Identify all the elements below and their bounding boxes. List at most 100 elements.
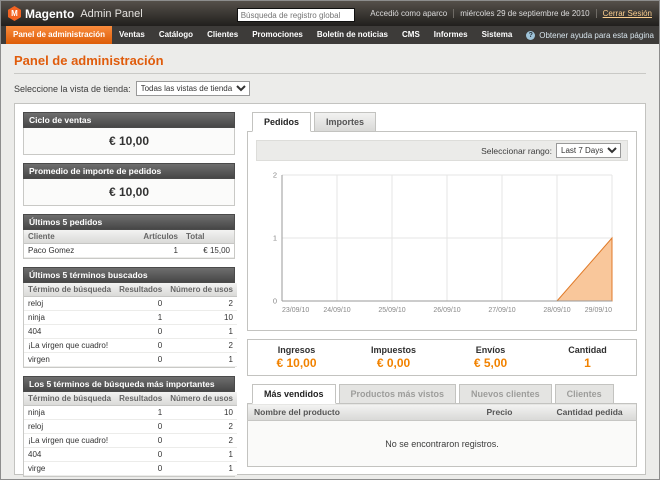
- average-orders-box: Promedio de importe de pedidos € 10,00: [23, 163, 235, 206]
- cell-articulos: 1: [139, 244, 182, 258]
- dashboard-panel: Ciclo de ventas € 10,00 Promedio de impo…: [14, 103, 646, 475]
- table-row[interactable]: ninja 1 10: [24, 311, 237, 325]
- grids-tabs: Más vendidos Productos más vistos Nuevos…: [247, 384, 637, 404]
- table-row[interactable]: 404 0 1: [24, 325, 237, 339]
- stat-cantidad: Cantidad 1: [539, 345, 636, 370]
- logout-link[interactable]: Cerrar Sesión: [603, 9, 652, 18]
- svg-text:25/09/10: 25/09/10: [378, 307, 405, 314]
- box-title: Ciclo de ventas: [23, 112, 235, 128]
- table-row[interactable]: ninja 1 10: [24, 406, 237, 420]
- column-header: Total: [182, 230, 234, 244]
- tab-clientes: Clientes: [555, 384, 614, 404]
- divider: [14, 73, 646, 74]
- table-row[interactable]: reloj 0 2: [24, 420, 237, 434]
- page-content: Panel de administración Seleccione la vi…: [1, 44, 659, 475]
- nav-item-sistema[interactable]: Sistema: [475, 26, 520, 44]
- table-row[interactable]: ¡La virgen que cuadro! 0 2: [24, 434, 237, 448]
- table-row[interactable]: virge 0 1: [24, 462, 237, 476]
- chart-area: 01223/09/1024/09/1025/09/1026/09/1027/09…: [256, 167, 628, 322]
- stat-ingresos: Ingresos € 10,00: [248, 345, 345, 370]
- column-header: Precio: [481, 404, 551, 421]
- top-search-terms-box: Los 5 términos de búsqueda más important…: [23, 376, 235, 477]
- cell-results: 0: [115, 448, 166, 462]
- cell-results: 0: [115, 353, 166, 367]
- cell-uses: 2: [166, 420, 237, 434]
- cell-results: 1: [115, 406, 166, 420]
- stat-value: € 0,00: [345, 356, 442, 370]
- last-search-terms-table: Término de búsqueda Resultados Número de…: [24, 283, 237, 367]
- cell-results: 0: [115, 325, 166, 339]
- column-header: Término de búsqueda: [24, 392, 115, 406]
- cell-uses: 2: [166, 339, 237, 353]
- box-title: Promedio de importe de pedidos: [23, 163, 235, 179]
- column-header: Nombre del producto: [248, 404, 481, 421]
- cell-term: ¡La virgen que cuadro!: [24, 434, 115, 448]
- column-header: Término de búsqueda: [24, 283, 115, 297]
- nav-item-cms[interactable]: CMS: [395, 26, 427, 44]
- nav-item-boletin[interactable]: Boletín de noticias: [310, 26, 395, 44]
- diagram-tabs: Pedidos Importes: [247, 112, 637, 132]
- header-user-area: Accedió como aparco miércoles 29 de sept…: [355, 9, 652, 18]
- cell-term: ninja: [24, 406, 115, 420]
- cell-term: ninja: [24, 311, 115, 325]
- svg-text:1: 1: [273, 234, 277, 243]
- cell-results: 0: [115, 339, 166, 353]
- cell-uses: 2: [166, 434, 237, 448]
- store-view-label: Seleccione la vista de tienda:: [14, 84, 131, 94]
- brand-name: Magento: [25, 7, 74, 21]
- logged-in-as: Accedió como aparco: [370, 9, 447, 18]
- cell-term: reloj: [24, 420, 115, 434]
- magento-admin-window: M Magento Admin Panel Accedió como aparc…: [0, 0, 660, 480]
- page-help-link[interactable]: ? Obtener ayuda para esta página: [526, 26, 654, 44]
- cell-results: 0: [115, 434, 166, 448]
- tab-nuevos-clientes: Nuevos clientes: [459, 384, 552, 404]
- table-row[interactable]: reloj 0 2: [24, 297, 237, 311]
- lifetime-sales-value: € 10,00: [24, 128, 234, 154]
- store-view-select[interactable]: Todas las vistas de tienda: [136, 81, 250, 96]
- box-title: Últimos 5 pedidos: [23, 214, 235, 230]
- header-bar: M Magento Admin Panel Accedió como aparc…: [1, 1, 659, 26]
- page-title: Panel de administración: [14, 53, 646, 68]
- table-row[interactable]: Paco Gomez 1 € 15,00: [24, 244, 234, 258]
- stat-value: 1: [539, 356, 636, 370]
- table-row[interactable]: virgen 0 1: [24, 353, 237, 367]
- tab-importes[interactable]: Importes: [314, 112, 376, 132]
- table-row[interactable]: 404 0 1: [24, 448, 237, 462]
- empty-message: No se encontraron registros.: [248, 421, 637, 467]
- cell-uses: 1: [166, 448, 237, 462]
- last-orders-table: Cliente Artículos Total Paco Gomez 1 € 1…: [24, 230, 234, 258]
- help-label: Obtener ayuda para esta página: [539, 31, 654, 40]
- tab-mas-vendidos[interactable]: Más vendidos: [252, 384, 336, 404]
- lifetime-sales-box: Ciclo de ventas € 10,00: [23, 112, 235, 155]
- nav-item-informes[interactable]: Informes: [427, 26, 475, 44]
- range-label: Seleccionar rango:: [481, 146, 552, 156]
- nav-item-promociones[interactable]: Promociones: [245, 26, 310, 44]
- svg-text:29/09/10: 29/09/10: [585, 307, 612, 314]
- cell-uses: 1: [166, 325, 237, 339]
- svg-text:2: 2: [273, 171, 277, 180]
- global-search: [237, 5, 355, 23]
- svg-text:27/09/10: 27/09/10: [488, 307, 515, 314]
- cell-uses: 1: [166, 462, 237, 476]
- stat-label: Impuestos: [345, 345, 442, 355]
- help-icon: ?: [526, 31, 535, 40]
- cell-uses: 1: [166, 353, 237, 367]
- nav-item-clientes[interactable]: Clientes: [200, 26, 245, 44]
- range-select[interactable]: Last 7 Days: [556, 143, 621, 158]
- cell-uses: 2: [166, 297, 237, 311]
- tab-pedidos[interactable]: Pedidos: [252, 112, 311, 132]
- box-title: Últimos 5 términos buscados: [23, 267, 235, 283]
- stat-impuestos: Impuestos € 0,00: [345, 345, 442, 370]
- stat-label: Ingresos: [248, 345, 345, 355]
- global-search-input[interactable]: [237, 8, 355, 22]
- cell-results: 0: [115, 462, 166, 476]
- svg-text:0: 0: [273, 297, 277, 306]
- stat-value: € 10,00: [248, 356, 345, 370]
- nav-item-ventas[interactable]: Ventas: [112, 26, 152, 44]
- column-header: Resultados: [115, 283, 166, 297]
- nav-item-catalogo[interactable]: Catálogo: [152, 26, 200, 44]
- nav-item-dashboard[interactable]: Panel de administración: [6, 26, 112, 44]
- column-header: Número de usos: [166, 283, 237, 297]
- table-row[interactable]: ¡La virgen que cuadro! 0 2: [24, 339, 237, 353]
- cell-results: 0: [115, 297, 166, 311]
